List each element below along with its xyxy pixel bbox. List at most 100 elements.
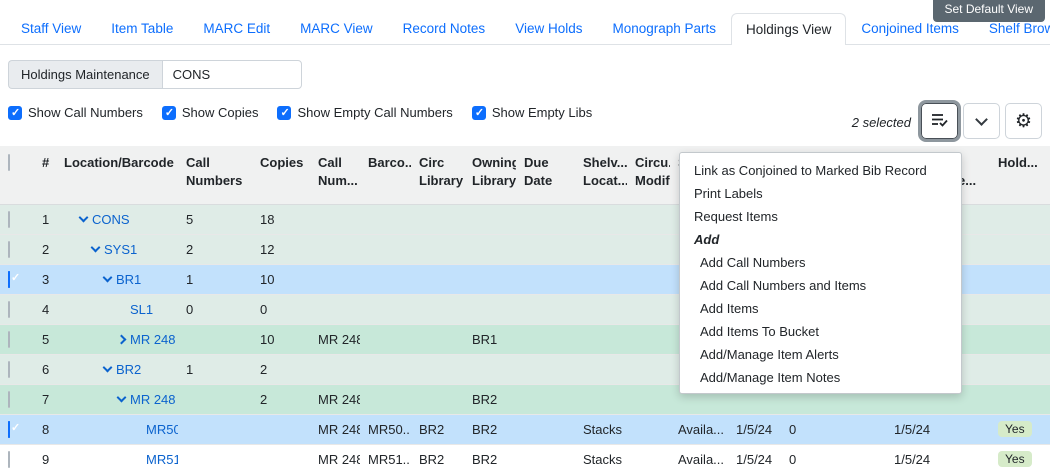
location-link[interactable]: SYS1 [104,242,137,257]
chevron-down-icon[interactable] [90,242,101,253]
col-header-shelv[interactable]: Shelv... Locat... [575,146,627,205]
record-tabbar: Staff View Item Table MARC Edit MARC View Re… [0,12,1050,45]
tab-item-table[interactable]: Item Table [96,12,188,44]
location-cell: SL1 [56,294,178,324]
tab-monograph-parts[interactable]: Monograph Parts [597,12,731,44]
cell-shelv [575,324,627,354]
col-header-due[interactable]: Due Date [516,146,575,205]
col-header-copies[interactable]: Copies [252,146,310,205]
cell-callnums: 5 [178,204,252,234]
cell-hold: Yes [990,444,1050,473]
filter-show-copies[interactable]: Show Copies [161,105,258,120]
checkbox-show-call-numbers[interactable] [8,105,22,120]
menu-item-add-items-to-bucket[interactable]: Add Items To Bucket [680,319,961,342]
tab-holdings-view[interactable]: Holdings View [731,13,847,45]
location-link[interactable]: BR1 [116,272,141,287]
col-header-cnlabel[interactable]: Call Num... [310,146,360,205]
menu-item-request-items[interactable]: Request Items [680,204,961,227]
col-header-num[interactable]: # [34,146,56,205]
cell-barcode [360,264,411,294]
row-checkbox[interactable] [8,450,10,468]
menu-item-add-items[interactable]: Add Items [680,296,961,319]
location-link[interactable]: BR2 [116,362,141,377]
menu-item-add-manage-item-notes[interactable]: Add/Manage Item Notes [680,365,961,388]
location-link[interactable]: MR 248 [130,332,176,347]
cell-copies: 0 [252,294,310,324]
cell-cnlabel: MR 248 [310,414,360,444]
row-select-cell [0,234,34,264]
checkbox-show-copies[interactable] [161,105,176,120]
row-number-cell: 2 [34,234,56,264]
row-checkbox[interactable] [8,210,10,228]
cell-ownlib [464,204,516,234]
filter-show-empty-call-numbers[interactable]: Show Empty Call Numbers [277,105,453,120]
col-header-callnums[interactable]: Call Numbers [178,146,252,205]
cell-hold [990,294,1050,324]
filter-show-call-numbers[interactable]: Show Call Numbers [8,105,143,120]
row-checkbox[interactable] [8,330,10,348]
holdable-badge: Yes [998,421,1032,437]
tab-staff-view[interactable]: Staff View [6,12,96,44]
col-header-hold[interactable]: Hold... [990,146,1050,205]
row-checkbox[interactable] [8,270,10,288]
select-all-checkbox[interactable] [8,154,10,171]
location-link[interactable]: SL1 [130,302,153,317]
row-select-cell [0,414,34,444]
chevron-down-icon[interactable] [116,392,127,403]
grid-settings-button[interactable]: ⚙ [1005,103,1042,139]
cell-count: 0 [781,414,886,444]
chevron-down-icon[interactable] [102,272,113,283]
row-checkbox[interactable] [8,390,10,408]
menu-item-link-as-conjoined-to-marked-bib-record[interactable]: Link as Conjoined to Marked Bib Record [680,158,961,181]
holdings-maintenance-button[interactable]: Holdings Maintenance [8,60,162,89]
tab-marc-edit[interactable]: MARC Edit [188,12,285,44]
checkbox-show-empty-libs[interactable] [471,105,486,120]
set-default-view-button[interactable]: Set Default View [932,0,1045,22]
menu-item-print-labels[interactable]: Print Labels [680,181,961,204]
cell-shelv [575,354,627,384]
expand-actions-button[interactable] [963,103,1000,139]
row-select-cell [0,204,34,234]
cell-due [516,324,575,354]
checkbox-show-empty-call-numbers[interactable] [277,105,292,120]
menu-item-add-manage-item-alerts[interactable]: Add/Manage Item Alerts [680,342,961,365]
cell-ownlib: BR2 [464,444,516,473]
row-checkbox[interactable] [8,420,10,438]
cell-date2: 1/5/24 [886,414,950,444]
row-checkbox[interactable] [8,300,10,318]
location-link[interactable]: MR 248 [130,392,176,407]
tab-record-notes[interactable]: Record Notes [388,12,501,44]
col-header-loc[interactable]: Location/Barcode [56,146,178,205]
filter-show-empty-libs[interactable]: Show Empty Libs [471,105,592,120]
cell-hold [990,204,1050,234]
cell-cnlabel [310,354,360,384]
location-wrap: MR 248 [64,332,178,347]
col-header-circmod[interactable]: Circu... Modif... [627,146,670,205]
row-actions-button[interactable] [918,100,961,142]
col-header-barcode[interactable]: Barco... [360,146,411,205]
row-checkbox[interactable] [8,360,10,378]
cell-barcode [360,324,411,354]
row-checkbox[interactable] [8,240,10,258]
cell-copies: 10 [252,324,310,354]
menu-item-add-call-numbers-and-items[interactable]: Add Call Numbers and Items [680,273,961,296]
chevron-down-icon[interactable] [102,362,113,373]
cell-callnums: 1 [178,354,252,384]
row-select-cell [0,324,34,354]
location-link[interactable]: MR510 [146,452,178,467]
org-unit-input[interactable] [161,60,302,89]
menu-item-add-call-numbers[interactable]: Add Call Numbers [680,250,961,273]
cell-callnums [178,414,252,444]
col-header-ownlib[interactable]: Owning Library [464,146,516,205]
cell-date1: 1/5/24 [728,444,781,473]
col-header-circlib[interactable]: Circ Library [411,146,464,205]
chevron-down-icon[interactable] [78,212,89,223]
filter-label: Show Empty Call Numbers [297,105,453,120]
location-link[interactable]: CONS [92,212,130,227]
chevron-right-icon[interactable] [116,334,127,344]
tab-view-holds[interactable]: View Holds [500,12,597,44]
location-wrap: BR1 [64,272,178,287]
location-link[interactable]: MR500 [146,422,178,437]
tab-marc-view[interactable]: MARC View [285,12,388,44]
actions-list-check-icon [931,112,948,130]
